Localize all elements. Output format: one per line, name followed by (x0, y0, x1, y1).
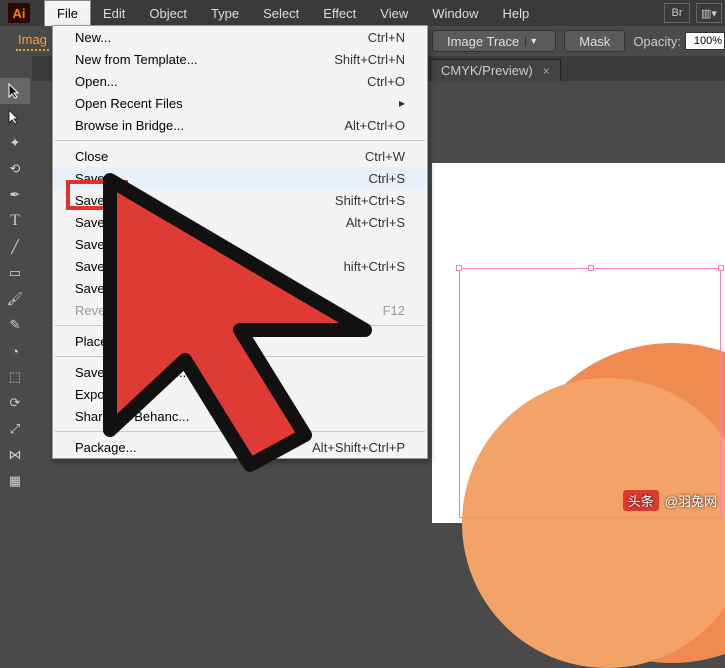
app-logo: Ai (8, 3, 30, 23)
menu-separator (55, 431, 425, 432)
tool-panel: ✦ ⟲ ✒ T ╱ ▭ 🖌 ✎ ◔ ⬚ ⟳ ⤢ ⋈ ▦ (0, 56, 32, 517)
rectangle-tool-icon[interactable]: ▭ (0, 260, 30, 286)
eraser-tool-icon[interactable]: ⬚ (0, 364, 30, 390)
image-label: Imag (16, 32, 49, 51)
image-trace-button[interactable]: Image Trace ▼ (432, 30, 556, 52)
document-tab[interactable]: CMYK/Preview) × (430, 59, 561, 81)
direct-selection-tool-icon[interactable] (0, 104, 30, 130)
menu-view[interactable]: View (368, 0, 420, 26)
type-tool-icon[interactable]: T (0, 208, 30, 234)
lasso-tool-icon[interactable]: ⟲ (0, 156, 30, 182)
menu-item-place[interactable]: Place... (53, 330, 427, 352)
pencil-tool-icon[interactable]: ✎ (0, 312, 30, 338)
width-tool-icon[interactable]: ⋈ (0, 442, 30, 468)
mask-button[interactable]: Mask (564, 30, 625, 52)
free-transform-tool-icon[interactable]: ▦ (0, 468, 30, 494)
arrange-icon[interactable]: ▥▾ (696, 3, 722, 23)
menu-bar: Ai File Edit Object Type Select Effect V… (0, 0, 725, 26)
menu-item-share-behance[interactable]: Share On Behanc... (53, 405, 427, 427)
opacity-control: Opacity: (633, 32, 725, 50)
watermark-badge: 头条 (623, 490, 659, 511)
watermark-text: @羽兔网 (665, 491, 717, 510)
menu-item-open-recent[interactable]: Open Recent Files (53, 92, 427, 114)
opacity-input[interactable] (685, 32, 725, 50)
menu-item-export[interactable]: Export... (53, 383, 427, 405)
menu-select[interactable]: Select (251, 0, 311, 26)
menu-file[interactable]: File (44, 0, 91, 26)
menu-separator (55, 356, 425, 357)
tutorial-highlight-box (66, 180, 128, 210)
menu-type[interactable]: Type (199, 0, 251, 26)
file-menu-dropdown: New...Ctrl+N New from Template...Shift+C… (52, 25, 428, 459)
line-tool-icon[interactable]: ╱ (0, 234, 30, 260)
selection-tool-icon[interactable] (0, 78, 30, 104)
selection-handle[interactable] (718, 265, 724, 271)
menu-effect[interactable]: Effect (311, 0, 368, 26)
menu-item-browse-bridge[interactable]: Browse in Bridge...Alt+Ctrl+O (53, 114, 427, 136)
menu-window[interactable]: Window (420, 0, 490, 26)
menu-item-package[interactable]: Package...Alt+Shift+Ctrl+P (53, 436, 427, 458)
menu-item-new-template[interactable]: New from Template...Shift+Ctrl+N (53, 48, 427, 70)
menu-separator (55, 325, 425, 326)
menu-object[interactable]: Object (137, 0, 199, 26)
menu-item-save-as-template[interactable]: Save as (53, 233, 427, 255)
menu-item-save-for-web[interactable]: Save forhift+Ctrl+S (53, 255, 427, 277)
document-tab-title: CMYK/Preview) (441, 63, 533, 78)
menu-item-new[interactable]: New...Ctrl+N (53, 26, 427, 48)
bridge-icon[interactable]: Br (664, 3, 690, 23)
menu-separator (55, 140, 425, 141)
menu-item-save-copy[interactable]: Save aAlt+Ctrl+S (53, 211, 427, 233)
menu-item-save-selected[interactable]: Save Sele (53, 277, 427, 299)
watermark: 头条 @羽兔网 (623, 490, 717, 511)
menu-item-revert: RevertF12 (53, 299, 427, 321)
image-trace-label: Image Trace (447, 34, 519, 49)
chevron-down-icon[interactable]: ▼ (525, 36, 541, 46)
menu-item-close[interactable]: CloseCtrl+W (53, 145, 427, 167)
blob-tool-icon[interactable]: ◔ (0, 338, 30, 364)
selection-handle[interactable] (588, 265, 594, 271)
selection-box (459, 268, 721, 518)
scale-tool-icon[interactable]: ⤢ (0, 416, 30, 442)
menu-edit[interactable]: Edit (91, 0, 137, 26)
rotate-tool-icon[interactable]: ⟳ (0, 390, 30, 416)
wand-tool-icon[interactable]: ✦ (0, 130, 30, 156)
menu-help[interactable]: Help (490, 0, 541, 26)
pen-tool-icon[interactable]: ✒ (0, 182, 30, 208)
menu-item-save-microsoft[interactable]: Save for Micro ice... (53, 361, 427, 383)
opacity-label: Opacity: (633, 34, 681, 49)
brush-tool-icon[interactable]: 🖌 (0, 286, 30, 312)
close-icon[interactable]: × (543, 64, 550, 78)
menu-item-open[interactable]: Open...Ctrl+O (53, 70, 427, 92)
selection-handle[interactable] (456, 265, 462, 271)
